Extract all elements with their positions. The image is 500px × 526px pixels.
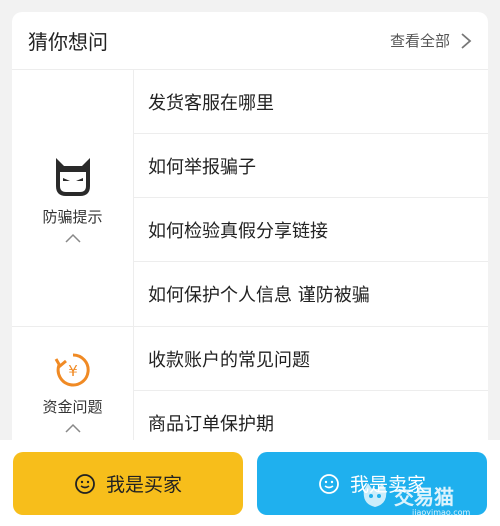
section-funds-header[interactable]: ¥ 资金问题 (12, 327, 134, 452)
section-funds-label: 资金问题 (42, 397, 103, 416)
faq-item[interactable]: 收款账户的常见问题 (134, 327, 488, 391)
chevron-right-icon (461, 32, 472, 49)
section-funds: ¥ 资金问题 收款账户的常见问题 商品订单保护期 (12, 327, 488, 452)
watermark-url: jiaoyimao.com (412, 508, 471, 517)
faq-title: 猜你想问 (28, 30, 108, 54)
see-all-label: 查看全部 (389, 32, 450, 50)
chevron-up-icon[interactable] (64, 233, 81, 243)
yuan-refresh-icon: ¥ (54, 352, 90, 386)
faq-item[interactable]: 如何保护个人信息 谨防被骗 (134, 262, 488, 326)
faq-header: 猜你想问 查看全部 (12, 12, 488, 70)
section-anti-fraud-label: 防骗提示 (42, 207, 103, 226)
section-anti-fraud: 防骗提示 发货客服在哪里 如何举报骗子 如何检验真假分享链接 如何保护个人信息 … (12, 70, 488, 327)
faq-item[interactable]: 如何举报骗子 (134, 134, 488, 198)
buyer-button-label: 我是买家 (105, 474, 182, 496)
cat-logo-icon (363, 483, 387, 507)
buyer-button[interactable]: 我是买家 (13, 452, 243, 515)
faq-card: 猜你想问 查看全部 防骗提示 发货客服在哪里 如何举报骗子 如何检验真假分享链接 (12, 12, 488, 452)
watermark: 交易猫 jiaoyimao.com (360, 470, 480, 520)
chevron-up-icon[interactable] (64, 423, 81, 433)
devil-face-icon (55, 157, 90, 196)
section-anti-fraud-header[interactable]: 防骗提示 (12, 70, 134, 326)
faq-item[interactable]: 如何检验真假分享链接 (134, 198, 488, 262)
faq-item[interactable]: 发货客服在哪里 (134, 70, 488, 134)
watermark-brand: 交易猫 (394, 484, 454, 509)
see-all-link[interactable]: 查看全部 (390, 30, 472, 51)
smile-icon (75, 473, 95, 494)
smile-icon (319, 473, 339, 494)
svg-text:¥: ¥ (68, 362, 78, 380)
